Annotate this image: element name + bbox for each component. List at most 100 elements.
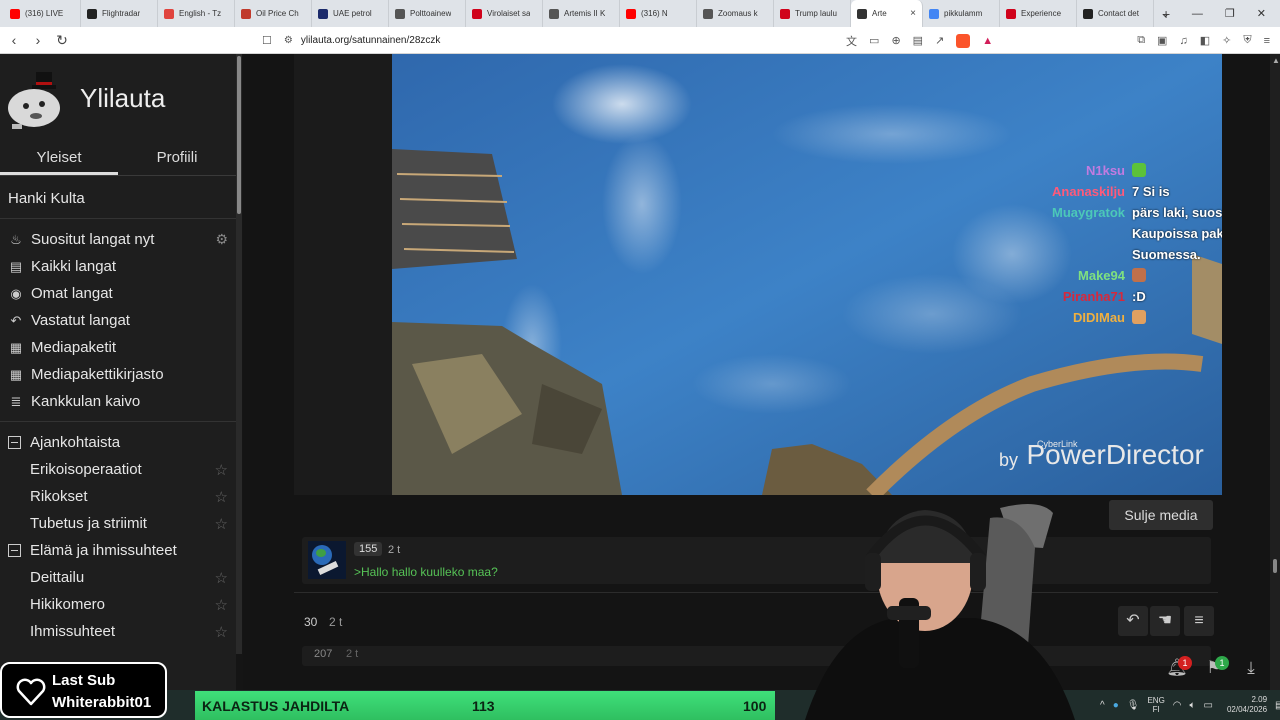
- board-link[interactable]: Tubetus ja striimit ☆: [0, 510, 236, 537]
- wallet-icon[interactable]: ▣: [1157, 34, 1167, 47]
- scrollbar-thumb[interactable]: [237, 56, 241, 214]
- gear-icon[interactable]: ⚙: [215, 231, 228, 248]
- cast-icon[interactable]: ▭: [869, 34, 879, 47]
- star-icon[interactable]: ☆: [215, 623, 228, 641]
- minimize-button[interactable]: —: [1192, 8, 1203, 20]
- browser-tab[interactable]: UAE petrol: [312, 0, 389, 27]
- browser-tab[interactable]: Polttoainew: [389, 0, 466, 27]
- volume-icon[interactable]: 🔈︎: [1190, 700, 1196, 711]
- download-icon[interactable]: ⤓: [1240, 658, 1262, 680]
- site-info-icon[interactable]: ⚙: [284, 35, 293, 46]
- board-link[interactable]: Hikikomero ☆: [0, 591, 236, 618]
- sidebar-nav-item[interactable]: ≣ Kankkulan kaivo: [0, 388, 236, 415]
- browser-tab[interactable]: Virolaiset sa: [466, 0, 543, 27]
- browser-tab[interactable]: English - Tz: [158, 0, 235, 27]
- zoom-icon[interactable]: ⊕: [891, 34, 900, 47]
- mic-icon[interactable]: 🎙︎: [1127, 700, 1140, 711]
- leo-icon[interactable]: ✧: [1222, 34, 1231, 47]
- thread-time: 2 t: [329, 615, 343, 629]
- tab-title: English - Tz: [179, 9, 222, 18]
- star-icon[interactable]: ☆: [215, 515, 228, 533]
- notification-badge: 1: [1178, 656, 1192, 670]
- sidebar-nav-item[interactable]: ↶ Vastatut langat: [0, 307, 236, 334]
- browser-tab[interactable]: (316) N: [620, 0, 697, 27]
- brand-title[interactable]: Ylilauta: [80, 83, 165, 114]
- tab-search-icon[interactable]: ⌄: [1161, 7, 1170, 20]
- music-icon[interactable]: ♫: [1179, 35, 1187, 47]
- system-tray: ^ ● 🎙︎ ENG FI ◠ 🔈︎ ▭ 2.09 02/04/2026 ▤: [1100, 690, 1280, 720]
- post-number[interactable]: 207: [314, 648, 332, 660]
- sidebar-scrollbar[interactable]: [236, 54, 242, 654]
- notifications-icon[interactable]: ▤: [1275, 700, 1280, 711]
- sidebar-group[interactable]: Elämä ja ihmissuhteet: [0, 537, 236, 564]
- bookmark-icon[interactable]: ☐: [262, 34, 272, 47]
- translate-icon[interactable]: 文: [846, 33, 857, 49]
- back-button[interactable]: ‹: [4, 32, 24, 48]
- rewards-icon[interactable]: ▲: [982, 35, 993, 47]
- sidebar-nav-item[interactable]: ▤ Kaikki langat: [0, 253, 236, 280]
- webcam-overlay: [775, 488, 1120, 720]
- get-gold-link[interactable]: Hanki Kulta: [8, 190, 85, 207]
- browser-tab[interactable]: Experience: [1000, 0, 1077, 27]
- extensions-icon[interactable]: ⧉: [1137, 34, 1145, 47]
- sidebar-nav-item[interactable]: ♨ Suositut langat nyt ⚙: [0, 226, 236, 253]
- sidebar-group[interactable]: Ajankohtaista: [0, 429, 236, 456]
- browser-tab[interactable]: Contact det: [1077, 0, 1154, 27]
- page-scrollbar[interactable]: [1270, 54, 1280, 690]
- browser-tabbar: (316) LIVE Flightradar English - Tz Oil Pri…: [0, 0, 1280, 27]
- wifi-icon[interactable]: ◠: [1173, 700, 1182, 711]
- star-icon[interactable]: ☆: [215, 488, 228, 506]
- reply-icon[interactable]: ↶: [1118, 606, 1148, 636]
- reload-button[interactable]: ↻: [52, 32, 72, 49]
- menu-icon[interactable]: ≡: [1264, 35, 1270, 47]
- tab-profiili[interactable]: Profiili: [118, 144, 236, 175]
- sidebar-nav-item[interactable]: ▦ Mediapakettikirjasto: [0, 361, 236, 388]
- watermark-by: by: [999, 450, 1019, 470]
- url-field[interactable]: ylilauta.org/satunnainen/28zczk: [301, 35, 441, 46]
- scroll-up-icon[interactable]: ▲: [1272, 56, 1280, 65]
- star-icon[interactable]: ☆: [215, 569, 228, 587]
- post-thumbnail[interactable]: [308, 541, 346, 579]
- browser-tab[interactable]: Oil Price Ch: [235, 0, 312, 27]
- battery-icon[interactable]: ▭: [1204, 700, 1213, 711]
- bookmark-icon[interactable]: ⚑ 1: [1203, 656, 1229, 680]
- collapse-icon[interactable]: [8, 436, 21, 449]
- reader-icon[interactable]: ▤: [913, 34, 923, 47]
- browser-tab[interactable]: Zoomaus k: [697, 0, 774, 27]
- forward-button[interactable]: ›: [28, 32, 48, 48]
- tab-yleiset[interactable]: Yleiset: [0, 144, 118, 175]
- star-icon[interactable]: ☆: [215, 461, 228, 479]
- close-tab-icon[interactable]: ×: [910, 8, 916, 19]
- close-window-button[interactable]: ✕: [1257, 7, 1266, 20]
- star-icon[interactable]: ☆: [215, 596, 228, 614]
- scrollbar-thumb[interactable]: [1273, 559, 1277, 573]
- sidebar-nav-item[interactable]: ◉ Omat langat: [0, 280, 236, 307]
- board-link[interactable]: Rikokset ☆: [0, 483, 236, 510]
- browser-tab[interactable]: Flightradar: [81, 0, 158, 27]
- language-indicator[interactable]: ENG FI: [1147, 696, 1164, 714]
- vpn-icon[interactable]: ⛨: [1243, 34, 1251, 47]
- ylilauta-logo[interactable]: [6, 68, 68, 130]
- browser-tab[interactable]: pikkulamm: [923, 0, 1000, 27]
- collapse-icon[interactable]: [8, 544, 21, 557]
- video-player[interactable]: N1ksu Ananaskilju 7 Si is Muaygratok pärs la…: [392, 54, 1222, 495]
- sidebar-nav-item[interactable]: ▦ Mediapaketit: [0, 334, 236, 361]
- browser-tab[interactable]: Arte ×: [851, 0, 923, 27]
- board-link[interactable]: Ihmissuhteet ☆: [0, 618, 236, 645]
- bell-icon[interactable]: 🔔︎ 1: [1166, 656, 1192, 680]
- sidebar-toggle-icon[interactable]: ◧: [1200, 34, 1210, 47]
- maximize-button[interactable]: ❐: [1225, 7, 1235, 20]
- brave-shield-icon[interactable]: [956, 33, 971, 48]
- hand-icon[interactable]: ☚: [1150, 606, 1180, 636]
- close-media-button[interactable]: Sulje media: [1109, 500, 1213, 530]
- board-link[interactable]: Erikoisoperaatiot ☆: [0, 456, 236, 483]
- post-number[interactable]: 155: [354, 542, 383, 556]
- clock[interactable]: 2.09 02/04/2026: [1227, 695, 1267, 715]
- share-icon[interactable]: ↗: [935, 34, 944, 47]
- browser-tab[interactable]: Trump laulu: [774, 0, 851, 27]
- board-label: Tubetus ja striimit: [30, 515, 147, 532]
- browser-tab[interactable]: Artemis II K: [543, 0, 620, 27]
- browser-tab[interactable]: (316) LIVE: [4, 0, 81, 27]
- board-link[interactable]: Deittailu ☆: [0, 564, 236, 591]
- menu-icon[interactable]: ≡: [1184, 606, 1214, 636]
